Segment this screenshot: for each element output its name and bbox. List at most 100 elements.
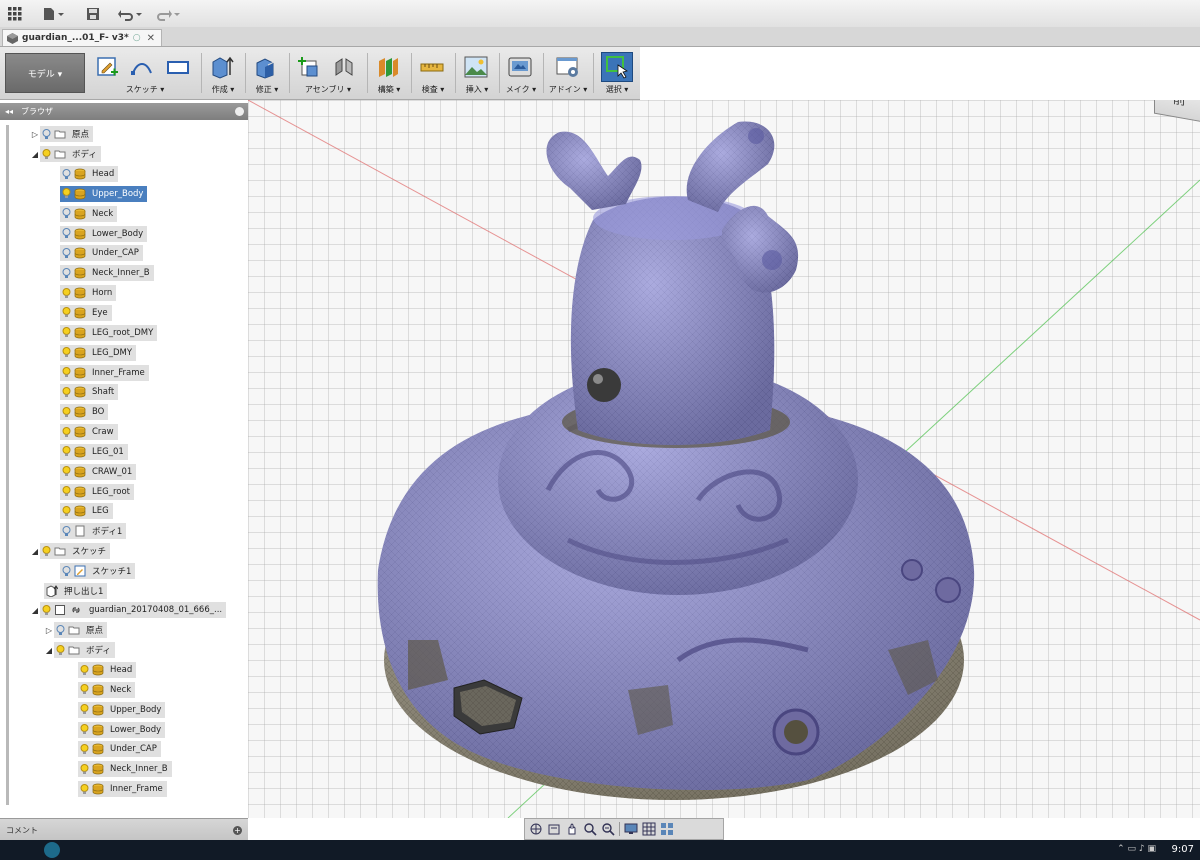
inspect-group[interactable]: 検査 ▾ [414,50,452,98]
assemble-group[interactable]: アセンブリ ▾ [292,50,364,98]
tree-body-item[interactable]: Craw [60,423,118,441]
lightbulb-icon[interactable] [42,128,51,140]
tree-body-item[interactable]: Upper_Body [60,185,148,203]
tray-icons[interactable]: ⌃ ▭ ♪ ▣ [1117,844,1156,854]
expand-arrow-icon[interactable]: ▷ [30,130,40,139]
lightbulb-icon[interactable] [62,446,71,457]
browser-options-icon[interactable] [235,107,244,116]
lightbulb-icon[interactable] [80,704,89,715]
lightbulb-icon[interactable] [62,347,71,358]
lightbulb-icon[interactable] [62,386,71,398]
tree-body-item[interactable]: Upper_Body [78,701,166,719]
tree-body-item[interactable]: LEG_root_DMY [60,324,158,342]
lightbulb-icon[interactable] [62,208,71,219]
tree-body-item[interactable]: Lower_Body [78,721,166,739]
lightbulb-icon[interactable] [80,763,89,775]
lightbulb-icon[interactable] [62,505,71,517]
lightbulb-icon[interactable] [62,168,71,180]
insert-group[interactable]: 挿入 ▾ [458,50,496,98]
create-group[interactable]: 作成 ▾ [204,50,242,98]
lightbulb-icon[interactable] [62,466,71,477]
viewcube[interactable]: Z 前 [1154,100,1200,134]
close-tab-icon[interactable]: ✕ [147,33,155,44]
make-group[interactable]: メイク ▾ [502,50,540,98]
lightbulb-icon[interactable] [62,406,71,418]
lightbulb-icon[interactable] [80,743,89,755]
3d-viewport[interactable]: Z 前 [248,100,1200,818]
lightbulb-icon[interactable] [80,664,89,676]
tree-body-item[interactable]: Eye [60,304,112,322]
fit-zoom-icon[interactable] [601,822,615,836]
construct-group[interactable]: 構築 ▾ [370,50,408,98]
viewcube-front-face[interactable]: 前 [1154,100,1200,123]
tree-sketch-item[interactable]: スケッチ1 [60,562,136,580]
lightbulb-icon[interactable] [62,367,71,378]
collapse-arrow-icon[interactable]: ◢ [30,150,40,159]
tree-body-item[interactable]: Neck_Inner_B [60,264,154,282]
look-at-icon[interactable] [547,822,561,836]
undo-icon[interactable] [118,5,144,22]
lightbulb-icon[interactable] [80,684,89,695]
lightbulb-icon[interactable] [62,327,71,338]
lightbulb-icon[interactable] [62,565,71,577]
tree-body-item[interactable]: Horn [60,284,117,302]
workspace-mode-button[interactable]: モデル ▾ [5,53,85,93]
tree-body-item[interactable]: Under_CAP [78,740,161,758]
tree-linked-bodies-folder[interactable]: ◢ ボディ [44,641,115,659]
sketch-group[interactable]: スケッチ ▾ [92,50,198,98]
tree-body-item[interactable]: Inner_Frame [60,364,149,382]
tree-body-item[interactable]: CRAW_01 [60,463,137,481]
tree-body-item[interactable]: Neck [60,205,118,223]
modify-group[interactable]: 修正 ▾ [248,50,286,98]
tree-body-item[interactable]: Inner_Frame [78,780,167,798]
orbit-icon[interactable] [529,822,543,836]
zoom-icon[interactable] [583,822,597,836]
comments-bar[interactable]: コメント + [0,818,248,841]
tree-body-item[interactable]: Under_CAP [60,244,143,262]
lightbulb-on-icon[interactable] [42,604,51,616]
tree-body-item[interactable]: Lower_Body [60,225,148,243]
tree-body-item[interactable]: Head [60,165,119,183]
add-comment-icon[interactable]: + [233,825,242,835]
collapse-arrow-icon[interactable]: ◢ [30,606,40,615]
display-settings-icon[interactable] [624,822,638,836]
start-icon[interactable] [44,842,60,858]
tree-linked-origin-folder[interactable]: ▷ 原点 [44,621,108,639]
pan-icon[interactable] [565,822,579,836]
lightbulb-icon[interactable] [80,783,89,795]
apps-grid-icon[interactable] [8,5,22,22]
lightbulb-icon[interactable] [62,307,71,318]
file-menu-icon[interactable] [42,5,64,22]
viewports-icon[interactable] [660,822,674,836]
addins-group[interactable]: アドイン ▾ [546,50,590,98]
tree-body-item[interactable]: Shaft [60,383,119,401]
document-tab[interactable]: guardian_...01_F- v3* ○ ✕ [2,29,162,46]
tree-origin-folder[interactable]: ▷ 原点 [30,125,94,143]
select-group[interactable]: 選択 ▾ [598,50,636,98]
collapse-arrow-icon[interactable]: ◢ [44,646,54,655]
tree-linked-component[interactable]: ◢ guardian_20170408_01_666_... [30,601,227,619]
tree-body-item[interactable]: Neck [78,681,136,699]
lightbulb-icon[interactable] [62,287,71,299]
tree-body-item[interactable]: Head [78,661,137,679]
tree-body-item[interactable]: ボディ1 [60,522,127,540]
expand-arrow-icon[interactable]: ▷ [44,626,54,635]
lightbulb-icon[interactable] [62,188,71,199]
grid-settings-icon[interactable] [642,822,656,836]
lightbulb-icon[interactable] [56,624,65,636]
save-icon[interactable] [86,5,100,22]
lightbulb-icon[interactable] [62,486,71,497]
lightbulb-icon[interactable] [62,267,71,279]
tree-body-item[interactable]: LEG_01 [60,443,128,461]
collapse-browser-icon[interactable]: ◂◂ [5,107,13,116]
tree-extrude-feature[interactable]: 押し出し1 [44,582,108,600]
tree-body-item[interactable]: LEG [60,502,113,520]
redo-icon[interactable] [156,5,182,22]
tree-bodies-folder[interactable]: ◢ ボディ [30,145,101,163]
lightbulb-icon[interactable] [62,525,71,537]
tree-sketches-folder[interactable]: ◢ スケッチ [30,542,111,560]
tree-body-item[interactable]: BO [60,403,109,421]
tree-body-item[interactable]: LEG_root [60,483,134,501]
lightbulb-icon[interactable] [62,228,71,239]
tree-body-item[interactable]: LEG_DMY [60,344,137,362]
